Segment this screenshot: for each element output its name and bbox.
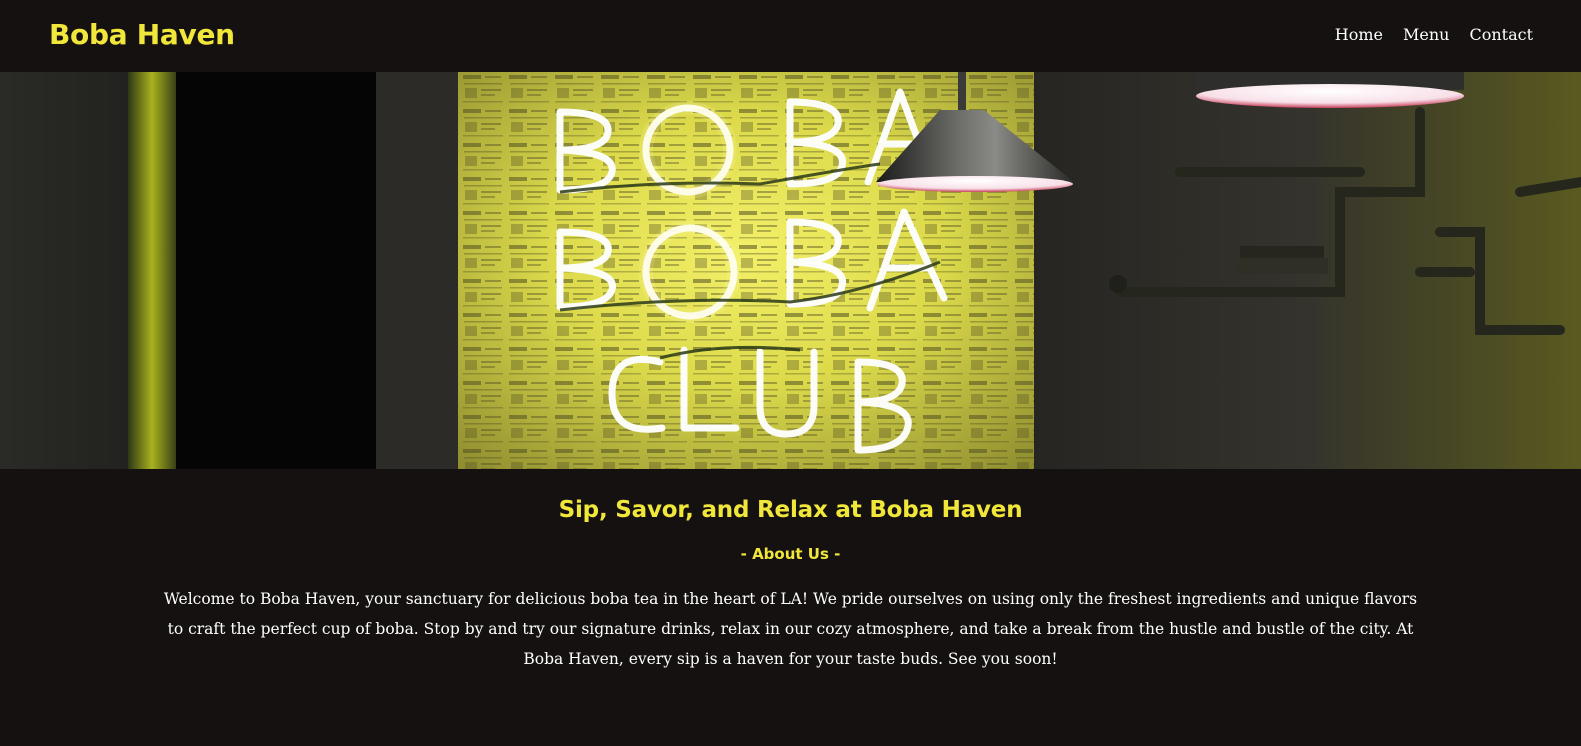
hero-neon-sign-illustration xyxy=(0,72,1581,469)
nav-home-link[interactable]: Home xyxy=(1335,24,1383,46)
hero-image xyxy=(0,72,1581,469)
nav-contact-link[interactable]: Contact xyxy=(1469,24,1533,46)
main-nav: Home Menu Contact xyxy=(1335,24,1533,46)
site-header: Boba Haven Home Menu Contact xyxy=(0,0,1581,72)
page-headline: Sip, Savor, and Relax at Boba Haven xyxy=(558,497,1023,523)
about-us-heading: - About Us - xyxy=(740,545,841,563)
nav-menu-link[interactable]: Menu xyxy=(1403,24,1449,46)
about-paragraph: Welcome to Boba Haven, your sanctuary fo… xyxy=(163,590,1418,668)
main-content: Sip, Savor, and Relax at Boba Haven - Ab… xyxy=(0,469,1581,674)
brand-logo-link[interactable]: Boba Haven xyxy=(49,17,235,53)
